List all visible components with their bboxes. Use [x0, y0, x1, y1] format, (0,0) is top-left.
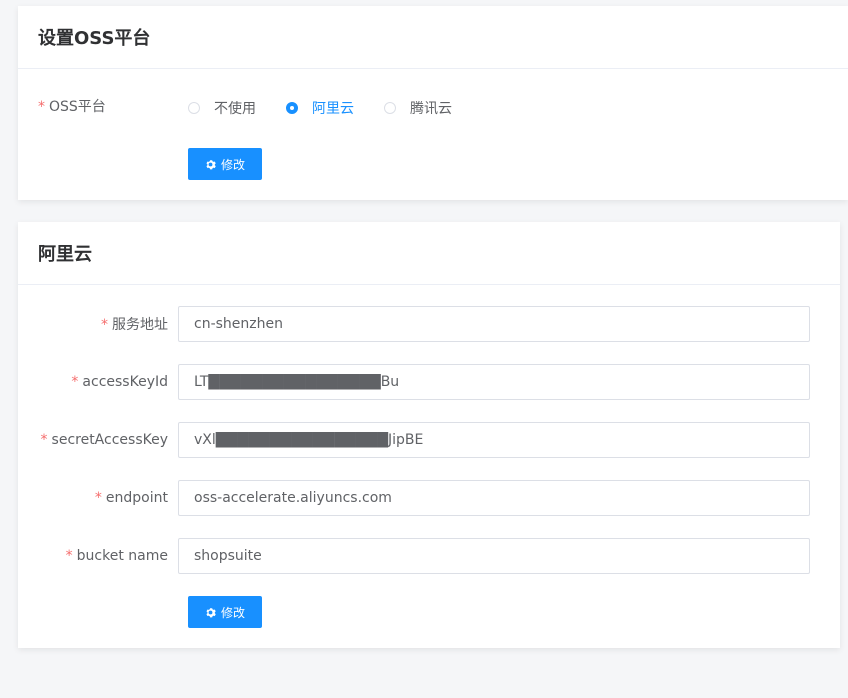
- service-address-label: * 服务地址: [101, 317, 168, 333]
- radio-circle[interactable]: [188, 102, 200, 114]
- radio-label: 腾讯云: [410, 101, 452, 117]
- gear-icon: [205, 159, 216, 170]
- access-key-id-input[interactable]: [178, 364, 810, 400]
- oss-platform-radio-group: 不使用 阿里云 腾讯云: [188, 98, 482, 118]
- required-asterisk: *: [38, 99, 45, 115]
- access-key-id-label: * accessKeyId: [71, 374, 168, 390]
- gear-icon: [205, 607, 216, 618]
- card-header: 设置OSS平台: [18, 6, 848, 69]
- card-title: 设置OSS平台: [38, 28, 151, 49]
- aliyun-settings-card: 阿里云 *服务地址 *accessKeyId *secretAccessKey …: [18, 222, 840, 648]
- endpoint-row: * endpoint: [18, 480, 810, 516]
- oss-platform-row: * OSS平台: [18, 96, 178, 116]
- bucket-name-input[interactable]: [178, 538, 810, 574]
- bucket-name-row: * bucket name: [18, 538, 810, 574]
- aliyun-submit-button[interactable]: 修改: [188, 596, 262, 628]
- card-title: 阿里云: [38, 244, 92, 265]
- service-address-input[interactable]: [178, 306, 810, 342]
- radio-circle[interactable]: [286, 102, 298, 114]
- secret-access-key-label: * secretAccessKey: [40, 432, 168, 448]
- required-asterisk: *: [65, 548, 73, 564]
- required-asterisk: *: [94, 490, 102, 506]
- button-label: 修改: [220, 157, 245, 172]
- endpoint-input[interactable]: [178, 480, 810, 516]
- secret-access-key-row: * secretAccessKey: [18, 422, 810, 458]
- bucket-name-label: * bucket name: [65, 548, 168, 564]
- oss-platform-card: 设置OSS平台 * OSS平台 不使用 阿里云 腾讯云 修改: [18, 6, 848, 200]
- radio-label: 阿里云: [312, 101, 354, 117]
- radio-circle[interactable]: [384, 102, 396, 114]
- oss-platform-label: * OSS平台: [38, 99, 106, 115]
- radio-label: 不使用: [214, 101, 256, 117]
- radio-tencent[interactable]: 腾讯云: [384, 98, 452, 118]
- card-header: 阿里云: [18, 222, 840, 285]
- required-asterisk: *: [40, 432, 48, 448]
- secret-access-key-input[interactable]: [178, 422, 810, 458]
- service-address-row: * 服务地址: [18, 306, 810, 342]
- radio-none[interactable]: 不使用: [188, 98, 256, 118]
- platform-submit-button[interactable]: 修改: [188, 148, 262, 180]
- radio-aliyun[interactable]: 阿里云: [286, 98, 354, 118]
- button-label: 修改: [220, 605, 245, 620]
- access-key-id-row: * accessKeyId: [18, 364, 810, 400]
- required-asterisk: *: [101, 317, 108, 333]
- required-asterisk: *: [71, 374, 79, 390]
- endpoint-label: * endpoint: [94, 490, 168, 506]
